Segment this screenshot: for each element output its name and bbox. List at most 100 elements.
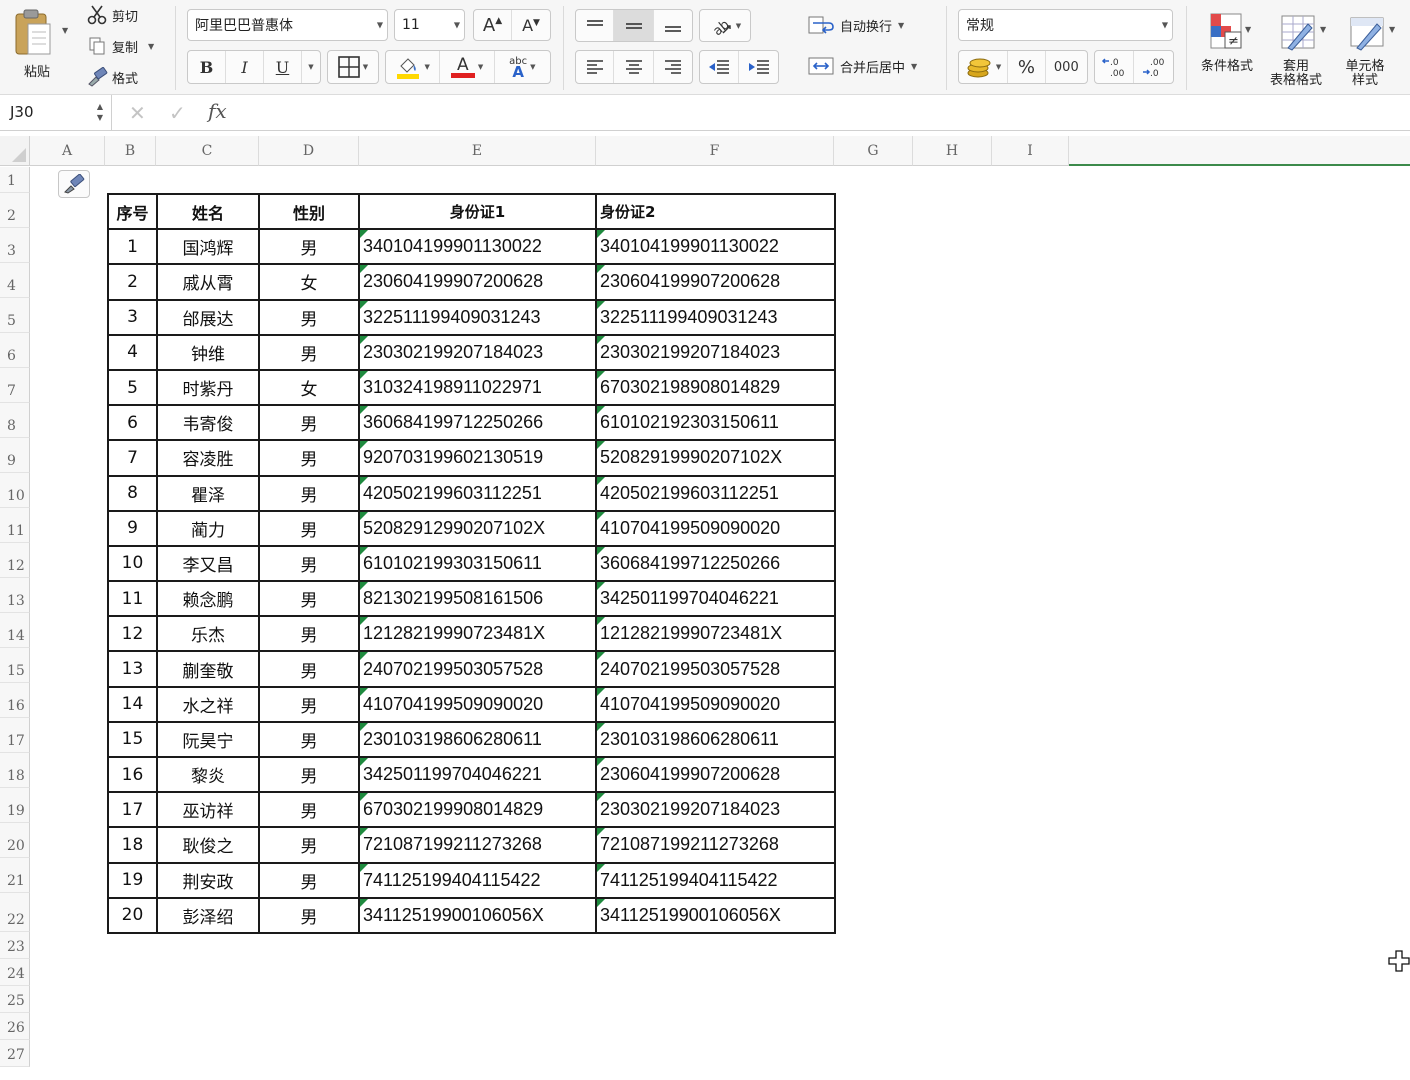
id-number-cell[interactable]: 230302199207184023 [358,333,597,371]
table-cell[interactable]: 10 [107,544,158,583]
copy-dropdown-icon[interactable]: ▼ [148,42,154,51]
table-cell[interactable]: 时紫丹 [156,368,260,407]
name-box-spinner-icon[interactable]: ▲ ▼ [97,101,103,123]
table-cell[interactable]: 男 [258,544,360,583]
table-cell[interactable]: 2 [107,263,158,301]
column-header-g[interactable]: G [834,136,913,166]
id-number-cell[interactable]: 230103198606280611 [358,720,597,759]
id-number-cell[interactable]: 322511199409031243 [358,298,597,336]
id-number-cell[interactable]: 741125199404115422 [358,861,597,899]
italic-button[interactable]: I [226,51,264,83]
table-cell[interactable]: 男 [258,404,360,442]
insert-function-icon[interactable]: fx [208,99,227,123]
id-number-cell[interactable]: 410704199509090020 [358,685,597,723]
select-all-corner[interactable] [0,136,30,166]
table-cell[interactable]: 男 [258,615,360,653]
table-cell[interactable]: 男 [258,755,360,794]
id-number-cell[interactable]: 34112519900106056X [595,896,836,934]
table-cell[interactable]: 9 [107,509,158,547]
id-number-cell[interactable]: 920703199602130519 [358,439,597,477]
paste-dropdown-icon[interactable]: ▼ [62,26,68,35]
column-header-c[interactable]: C [156,136,259,166]
id-number-cell[interactable]: 240702199503057528 [358,650,597,688]
table-cell[interactable]: 黎炎 [156,755,260,794]
table-cell[interactable]: 男 [258,333,360,371]
table-cell[interactable]: 阮昊宁 [156,720,260,759]
row-header[interactable]: 16 [0,683,30,718]
column-header-a[interactable]: A [30,136,105,166]
row-header[interactable]: 3 [0,228,30,263]
table-cell[interactable]: 韦寄俊 [156,404,260,442]
row-header[interactable]: 7 [0,368,30,403]
table-cell[interactable]: 戚从霄 [156,263,260,301]
borders-button[interactable]: ▼ [327,50,379,84]
id-number-cell[interactable]: 410704199509090020 [595,685,836,723]
id-number-cell[interactable]: 230302199207184023 [595,333,836,371]
table-cell[interactable]: 男 [258,791,360,829]
row-header[interactable]: 15 [0,648,30,683]
decrease-decimal-button[interactable]: .00.0 [1134,51,1173,83]
cancel-icon[interactable]: ✕ [129,101,146,125]
table-cell[interactable]: 男 [258,474,360,512]
id-number-cell[interactable]: 721087199211273268 [595,826,836,864]
row-header[interactable]: 17 [0,718,30,753]
decrease-indent-button[interactable] [700,51,740,83]
table-cell[interactable]: 瞿泽 [156,474,260,512]
row-header[interactable]: 21 [0,858,30,893]
table-cell[interactable]: 1 [107,228,158,266]
row-header[interactable]: 11 [0,508,30,543]
row-header[interactable]: 2 [0,193,30,228]
number-format-select[interactable]: 常规 ▼ [958,9,1173,41]
table-cell[interactable]: 15 [107,720,158,759]
id-number-cell[interactable]: 230302199207184023 [595,791,836,829]
shrink-font-button[interactable]: A ▼ [512,10,550,40]
table-cell[interactable]: 4 [107,333,158,371]
row-header[interactable]: 24 [0,959,30,986]
table-cell[interactable]: 男 [258,580,360,618]
thousands-separator-button[interactable]: 000 [1046,51,1087,83]
row-header[interactable]: 10 [0,473,30,508]
id-number-cell[interactable]: 52082919990207102X [595,439,836,477]
table-cell[interactable]: 20 [107,896,158,934]
underline-button[interactable]: U [264,51,302,83]
row-header[interactable]: 5 [0,298,30,333]
table-cell[interactable]: 6 [107,404,158,442]
table-cell[interactable]: 8 [107,474,158,512]
table-cell[interactable]: 男 [258,685,360,723]
row-header[interactable]: 1 [0,167,30,193]
id-number-cell[interactable]: 360684199712250266 [595,544,836,583]
id-number-cell[interactable]: 322511199409031243 [595,298,836,336]
table-cell[interactable]: 彭泽绍 [156,896,260,934]
font-name-select[interactable]: 阿里巴巴普惠体 ▼ [187,9,388,41]
id-number-cell[interactable]: 34112519900106056X [358,896,597,934]
table-cell[interactable]: 邰展达 [156,298,260,336]
id-number-cell[interactable]: 230604199907200628 [595,755,836,794]
table-cell[interactable]: 男 [258,509,360,547]
id-number-cell[interactable]: 670302199908014829 [358,791,597,829]
id-number-cell[interactable]: 12128219990723481X [358,615,597,653]
row-header[interactable]: 19 [0,788,30,823]
formula-input[interactable] [245,95,1405,130]
table-header-cell[interactable]: 身份证2 [595,192,836,231]
align-top-button[interactable] [576,10,615,41]
table-cell[interactable]: 男 [258,826,360,864]
conditional-format-button[interactable]: ≠ ▼ 条件格式 [1192,10,1262,74]
id-number-cell[interactable]: 420502199603112251 [595,474,836,512]
format-painter-button[interactable]: 格式 [86,66,138,88]
align-left-button[interactable] [576,51,615,83]
table-header-cell[interactable]: 性别 [258,192,360,231]
name-box[interactable]: J30 ▲ ▼ [0,95,112,130]
table-cell[interactable]: 男 [258,298,360,336]
table-cell[interactable]: 水之祥 [156,685,260,723]
grow-font-button[interactable]: A ▲ [474,10,513,40]
align-middle-button[interactable] [614,10,654,41]
column-header-f[interactable]: F [596,136,834,166]
id-number-cell[interactable]: 230604199907200628 [358,263,597,301]
table-cell[interactable]: 5 [107,368,158,407]
paste-options-button[interactable] [58,170,90,198]
row-header[interactable]: 8 [0,403,30,438]
wrap-text-button[interactable]: 自动换行 ▼ [808,15,904,35]
table-cell[interactable]: 李又昌 [156,544,260,583]
row-header[interactable]: 18 [0,753,30,788]
column-header-b[interactable]: B [105,136,156,166]
